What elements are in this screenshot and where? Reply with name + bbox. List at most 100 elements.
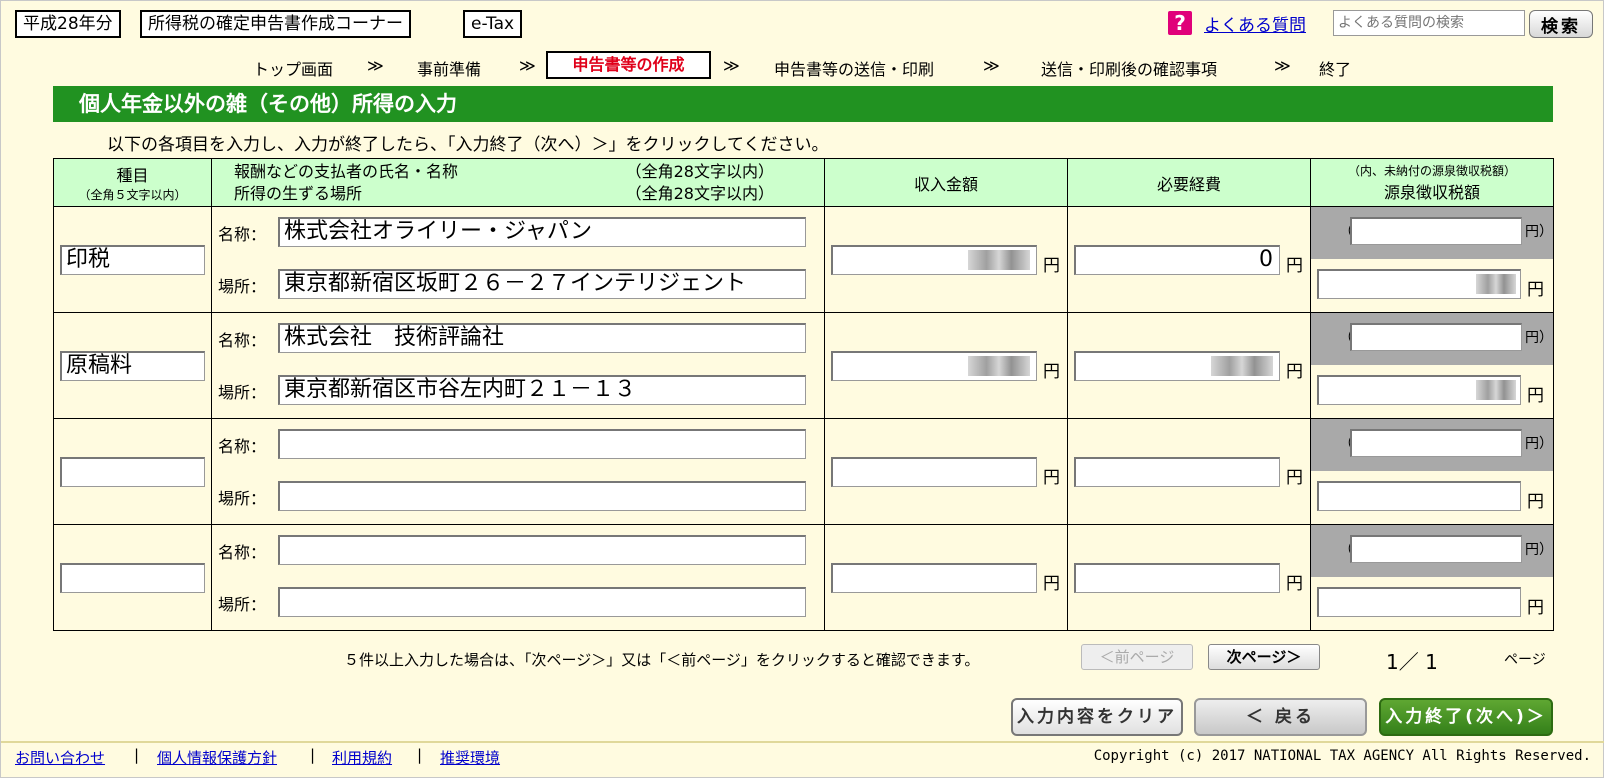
page-title: 個人年金以外の雑（その他）所得の入力 [53, 86, 1553, 122]
yen-unit: 円 [1527, 386, 1544, 406]
page-unit: ページ [1504, 652, 1546, 668]
income-input[interactable] [831, 351, 1037, 381]
kind-input[interactable] [60, 457, 205, 487]
unpaid-withholding-input[interactable] [1350, 429, 1522, 457]
header-kind: 種目 （全角５文字以内） [53, 158, 212, 207]
income-row: 印税 名称： 株式会社オライリー・ジャパン 場所： 東京都新宿区坂町２６－２７イ… [53, 206, 1554, 313]
step-top: トップ画面 [253, 60, 334, 79]
yen-unit: 円） [1525, 436, 1553, 452]
income-row: 原稿料 名称： 株式会社 技術評論社 場所： 東京都新宿区市谷左内町２１－１３ … [53, 312, 1554, 419]
step-separator: ≫ [723, 56, 740, 75]
finish-next-button[interactable]: 入力終了(次へ)＞ [1379, 698, 1553, 736]
step-separator: ≫ [519, 56, 536, 75]
income-cell: 円 [824, 206, 1068, 313]
yen-unit: 円 [1527, 492, 1544, 512]
clear-button[interactable]: 入力内容をクリア [1011, 698, 1183, 736]
payer-cell: 名称： 場所： [211, 418, 825, 525]
withholding-input[interactable] [1317, 269, 1521, 299]
back-button[interactable]: ＜ 戻る [1194, 698, 1367, 736]
yen-unit: 円 [1286, 468, 1303, 488]
income-row: 名称： 場所： 円 円 （ 円） 円 [53, 524, 1554, 631]
place-input[interactable] [278, 481, 806, 511]
income-table: 種目 （全角５文字以内） 報酬などの支払者の氏名・名称 （全角28文字以内） 所得… [53, 158, 1554, 631]
withholding-input[interactable] [1317, 481, 1521, 511]
search-button[interactable]: 検索 [1529, 10, 1593, 38]
prev-page-button[interactable]: ＜前ページ [1081, 644, 1193, 670]
step-separator: ≫ [367, 56, 384, 75]
income-input[interactable] [831, 457, 1037, 487]
yen-unit: 円 [1043, 256, 1060, 276]
expenses-input[interactable] [1074, 563, 1280, 593]
header-place: 所得の生ずる場所 [234, 183, 363, 203]
kind-input[interactable] [60, 563, 205, 593]
footer-separator: | [310, 746, 316, 764]
etax-badge[interactable]: e-Tax [463, 10, 523, 38]
step-separator: ≫ [1274, 56, 1291, 75]
footer-privacy-link[interactable]: 個人情報保護方針 [157, 747, 277, 768]
kind-input[interactable]: 印税 [60, 245, 205, 275]
unpaid-withholding-area: （ 円） [1311, 525, 1553, 577]
kind-input[interactable]: 原稿料 [60, 351, 205, 381]
step-create-active: 申告書等の作成 [546, 51, 711, 79]
faq-search-input[interactable] [1333, 10, 1525, 36]
payer-cell: 名称： 場所： [211, 524, 825, 631]
yen-unit: 円 [1286, 256, 1303, 276]
place-label: 場所： [218, 383, 267, 402]
payer-name-input[interactable] [278, 535, 806, 565]
withholding-input[interactable] [1317, 587, 1521, 617]
place-input[interactable] [278, 587, 806, 617]
footer-environment-link[interactable]: 推奨環境 [440, 747, 500, 768]
withholding-cell: （ 円） 円 [1310, 524, 1554, 631]
step-send-print: 申告書等の送信・印刷 [774, 60, 935, 79]
place-label: 場所： [218, 489, 267, 508]
redacted-value [1211, 356, 1273, 376]
withholding-cell: （ 円） 円 [1310, 206, 1554, 313]
footer-contact-link[interactable]: お問い合わせ [15, 747, 105, 768]
payer-name-input[interactable]: 株式会社オライリー・ジャパン [278, 217, 806, 247]
yen-unit: 円 [1043, 468, 1060, 488]
redacted-value [1476, 274, 1516, 294]
header-kind-note: （全角５文字以内） [78, 188, 187, 202]
place-input[interactable]: 東京都新宿区坂町２６－２７インテリジェント [278, 269, 806, 299]
next-page-button[interactable]: 次ページ＞ [1208, 644, 1320, 670]
question-icon[interactable]: ? [1168, 11, 1192, 35]
unpaid-withholding-input[interactable] [1350, 217, 1522, 245]
corner-badge: 所得税の確定申告書作成コーナー [140, 10, 411, 38]
faq-link[interactable]: よくある質問 [1204, 11, 1306, 36]
header-place-note: （全角28文字以内） [625, 183, 774, 203]
footer-terms-link[interactable]: 利用規約 [332, 747, 392, 768]
unpaid-withholding-area: （ 円） [1311, 313, 1553, 365]
step-preparation: 事前準備 [417, 60, 482, 79]
payer-name-input[interactable] [278, 429, 806, 459]
income-cell: 円 [824, 524, 1068, 631]
footer-separator: | [134, 746, 140, 764]
income-input[interactable] [831, 245, 1037, 275]
expenses-input[interactable] [1074, 351, 1280, 381]
payer-name-input[interactable]: 株式会社 技術評論社 [278, 323, 806, 353]
redacted-value [968, 356, 1030, 376]
redacted-value [968, 250, 1030, 270]
page-number: 1／ 1 [1386, 650, 1438, 674]
kind-cell [53, 418, 212, 525]
expenses-input[interactable] [1074, 457, 1280, 487]
redacted-value [1476, 380, 1516, 400]
withholding-input[interactable] [1317, 375, 1521, 405]
kind-cell [53, 524, 212, 631]
unpaid-withholding-input[interactable] [1350, 535, 1522, 563]
header-payer-name: 報酬などの支払者の氏名・名称 [234, 161, 459, 181]
yen-unit: 円 [1527, 598, 1544, 618]
income-input[interactable] [831, 563, 1037, 593]
yen-unit: 円 [1286, 574, 1303, 594]
expenses-input[interactable]: 0 [1074, 245, 1280, 275]
place-input[interactable]: 東京都新宿区市谷左内町２１－１３ [278, 375, 806, 405]
unpaid-withholding-input[interactable] [1350, 323, 1522, 351]
income-row: 名称： 場所： 円 円 （ 円） 円 [53, 418, 1554, 525]
yen-unit: 円 [1043, 362, 1060, 382]
unpaid-withholding-area: （ 円） [1311, 419, 1553, 471]
name-label: 名称： [218, 437, 267, 456]
payer-cell: 名称： 株式会社 技術評論社 場所： 東京都新宿区市谷左内町２１－１３ [211, 312, 825, 419]
step-finish: 終了 [1319, 60, 1352, 79]
kind-cell: 印税 [53, 206, 212, 313]
expenses-cell: 円 [1067, 312, 1311, 419]
income-cell: 円 [824, 312, 1068, 419]
